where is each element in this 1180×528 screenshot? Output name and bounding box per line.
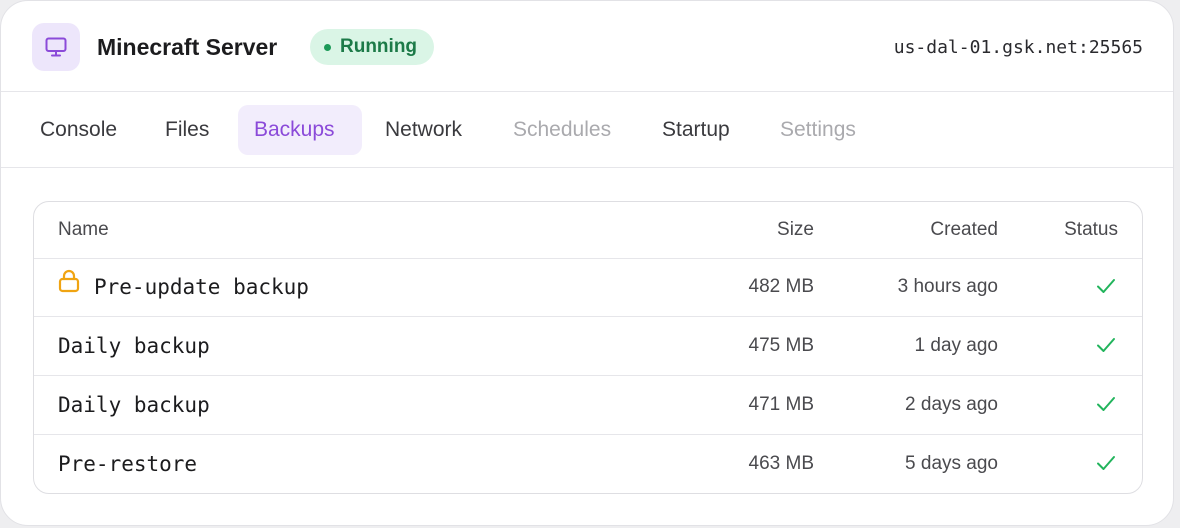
tab-settings: Settings bbox=[780, 118, 856, 141]
column-header-status[interactable]: Status bbox=[1064, 202, 1118, 258]
server-header: Minecraft Server Running us-dal-01.gsk.n… bbox=[1, 1, 1173, 92]
tab-console[interactable]: Console bbox=[24, 105, 133, 155]
backup-name: Pre-update backup bbox=[58, 258, 309, 316]
column-header-created[interactable]: Created bbox=[930, 202, 998, 258]
backup-created: 1 day ago bbox=[914, 335, 998, 356]
tab-network[interactable]: Network bbox=[369, 105, 478, 155]
lock-icon bbox=[58, 257, 80, 315]
table-row[interactable]: Pre-restore 463 MB 5 days ago bbox=[34, 435, 1142, 493]
backup-size: 482 MB bbox=[748, 276, 814, 297]
table-row[interactable]: Daily backup 475 MB 1 day ago bbox=[34, 317, 1142, 376]
backup-size: 471 MB bbox=[748, 394, 814, 415]
tab-backups[interactable]: Backups bbox=[238, 105, 362, 155]
backup-created: 5 days ago bbox=[905, 453, 998, 474]
status-dot-icon bbox=[324, 43, 331, 51]
backup-name-label: Pre-update backup bbox=[94, 275, 309, 299]
tab-schedules: Schedules bbox=[513, 118, 612, 141]
column-header-size[interactable]: Size bbox=[777, 202, 814, 258]
table-row[interactable]: Pre-update backup 482 MB 3 hours ago bbox=[34, 258, 1142, 317]
backup-size: 463 MB bbox=[748, 453, 814, 474]
backup-created: 3 hours ago bbox=[897, 276, 998, 297]
backup-name: Pre-restore bbox=[58, 452, 198, 476]
server-address[interactable]: us-dal-01.gsk.net:25565 bbox=[894, 34, 1143, 62]
check-icon bbox=[1096, 277, 1116, 300]
status-badge: Running bbox=[310, 29, 435, 65]
table-row[interactable]: Daily backup 471 MB 2 days ago bbox=[34, 376, 1142, 435]
tab-startup[interactable]: Startup bbox=[646, 105, 746, 155]
backups-table: Name Size Created Status Pre-update back… bbox=[33, 201, 1143, 494]
status-badge-label: Running bbox=[340, 36, 418, 57]
table-header: Name Size Created Status bbox=[34, 202, 1142, 259]
tab-bar: Console Files Backups Network Schedules … bbox=[1, 92, 1173, 168]
backup-name: Daily backup bbox=[58, 393, 210, 417]
backup-created: 2 days ago bbox=[905, 394, 998, 415]
backup-size: 475 MB bbox=[748, 335, 814, 356]
check-icon bbox=[1096, 454, 1116, 477]
check-icon bbox=[1096, 336, 1116, 359]
column-header-name[interactable]: Name bbox=[58, 202, 109, 258]
page-title: Minecraft Server bbox=[97, 34, 278, 60]
backup-name: Daily backup bbox=[58, 334, 210, 358]
server-panel: Minecraft Server Running us-dal-01.gsk.n… bbox=[0, 0, 1174, 526]
check-icon bbox=[1096, 395, 1116, 418]
tab-files[interactable]: Files bbox=[149, 105, 225, 155]
monitor-icon bbox=[32, 23, 80, 71]
